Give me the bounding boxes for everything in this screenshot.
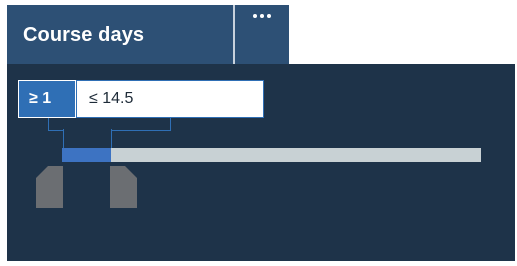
more-options-button[interactable] (234, 5, 289, 65)
filter-title: Course days (23, 24, 145, 46)
min-connector-drop (63, 129, 64, 148)
slider-selected-range (62, 148, 111, 162)
max-value-field[interactable]: ≤ 14.5 (76, 80, 264, 118)
min-value-field[interactable]: ≥ 1 (18, 80, 76, 118)
max-value-label: ≤ 14.5 (89, 90, 134, 107)
ellipsis-icon (253, 14, 271, 18)
filter-widget: Course days ≥ 1 ≤ 14.5 (0, 0, 517, 266)
max-connector-drop (111, 129, 112, 148)
min-slider-handle[interactable] (36, 166, 64, 208)
min-value-label: ≥ 1 (29, 90, 52, 107)
filter-header[interactable]: Course days (7, 5, 234, 65)
max-connector-line (111, 118, 171, 131)
min-connector-line (48, 118, 64, 131)
max-slider-handle[interactable] (110, 166, 138, 208)
slider-track[interactable] (62, 148, 481, 162)
